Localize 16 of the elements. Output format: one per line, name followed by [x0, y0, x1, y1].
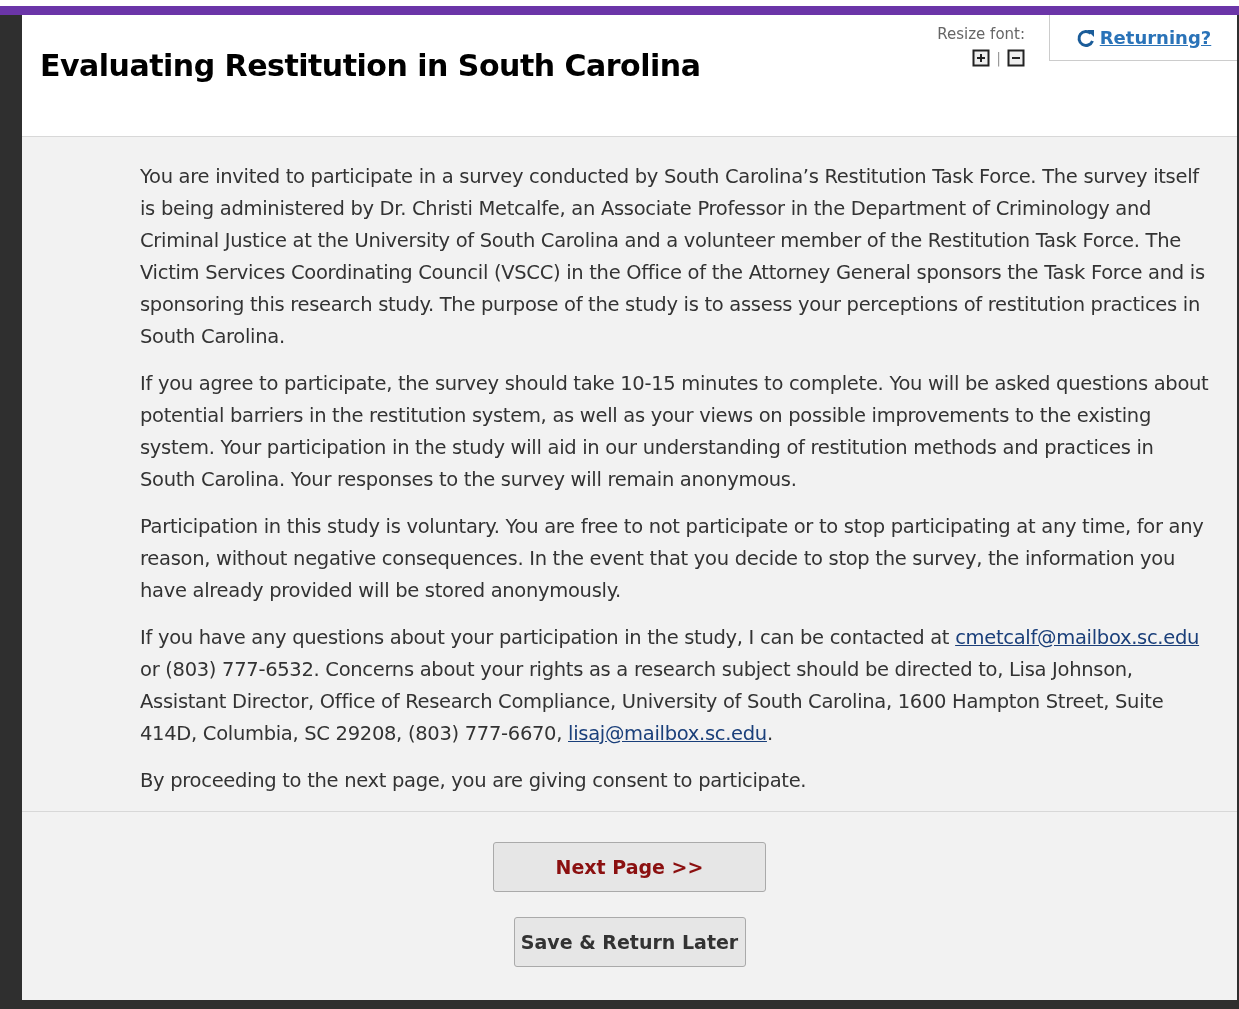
consent-paragraph: You are invited to participate in a survey conducted by South Carolina’s Restitution Task Force. The survey itself is being administered by Dr. Christi Metcalfe, an Associate Professor in the Department of Criminology and Criminal Justice at the University of South Carolina and a volunteer member of the Restitution Task Force. The Victim Services Coordinating Council (VSCC) in the Office of the Attorney General sponsors the Task Force and is sponsoring this research study. The purpose of the study is to assess your perceptions of restitution practices in South Carolina. — [140, 164, 1206, 350]
save-return-later-button[interactable]: Save & Return Later — [513, 917, 746, 967]
consent-paragraph: By proceeding to the next page, you are giving consent to participate. — [140, 768, 808, 794]
separator: | — [996, 48, 1001, 69]
refresh-icon — [1075, 27, 1096, 48]
consent-paragraph: If you have any questions about your participation in the study, I can be contacted at cmetcalf@mailbox.sc.edu or (803) 777-6532. Concerns about your rights as a research subject should be directed to, Lisa Johnson, Assistant Director, Office of Research Compliance, University of South Carolina, 1600 Hampton Street, Suite 414D, Columbia, SC 29208, (803) 777-6670, lisaj@mailbox.sc.edu. — [140, 625, 1201, 747]
consent-paragraph: Participation in this study is voluntary. You are free to not participate or to stop participating at any time, for any reason, without negative consequences. In the event that you decide to stop the survey, the information you have already provided will be stored anonymously. — [140, 514, 1205, 604]
survey-title: Evaluating Restitution in South Carolina — [40, 47, 701, 85]
email-link[interactable]: lisaj@mailbox.sc.edu — [568, 722, 767, 745]
increase-font-icon[interactable] — [972, 49, 991, 67]
returning-link[interactable]: Returning? — [1099, 24, 1212, 51]
decrease-font-icon[interactable] — [1007, 49, 1025, 67]
next-page-button[interactable]: Next Page >> — [493, 842, 766, 892]
consent-paragraph: If you agree to participate, the survey should take 10-15 minutes to complete. You will be asked questions about potential barriers in the restitution system, as well as your views on possible improvements to the existing system. Your participation in the study will aid in our understanding of restitution methods and practices in South Carolina. Your responses to the survey will remain anonymous. — [140, 371, 1210, 493]
email-link[interactable]: cmetcalf@mailbox.sc.edu — [955, 626, 1200, 649]
resize-font-label: Resize font: — [937, 24, 1025, 45]
